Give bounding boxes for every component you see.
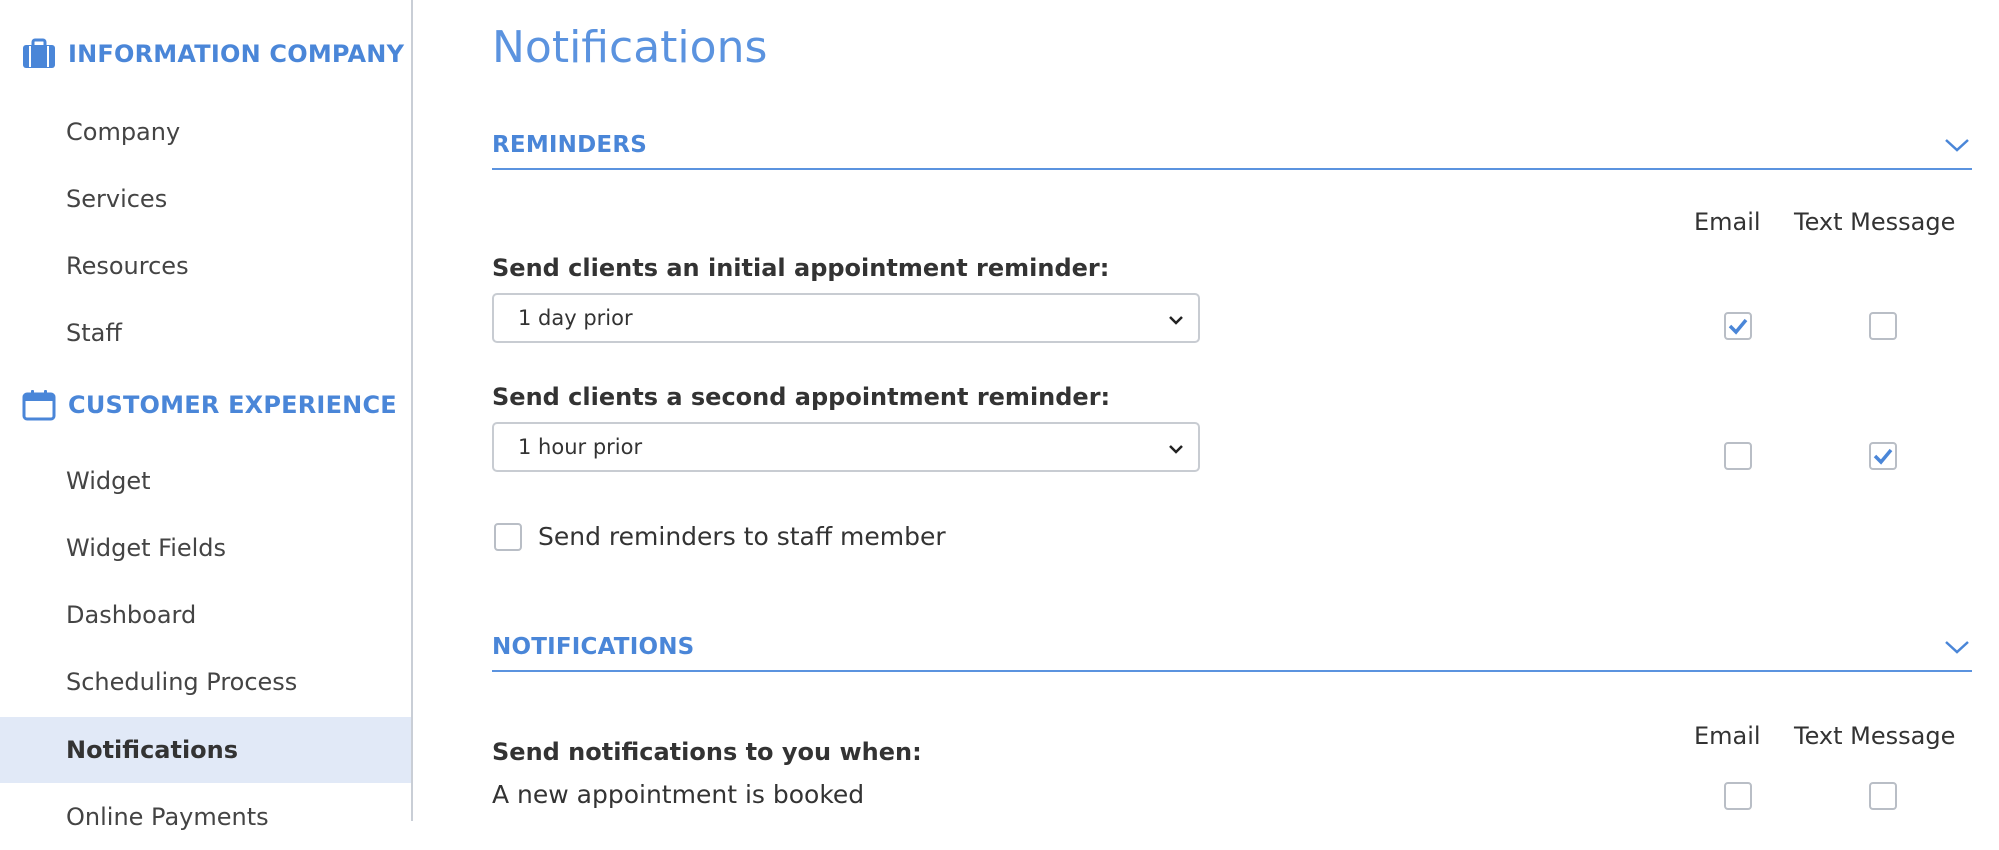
second-reminder-select[interactable]: 1 hour prior	[492, 422, 1200, 472]
section-title: CUSTOMER EXPERIENCE	[68, 391, 397, 419]
briefcase-icon	[22, 38, 56, 70]
calendar-icon	[22, 389, 56, 421]
sidebar-item-widget-fields[interactable]: Widget Fields	[0, 515, 411, 581]
initial-reminder-label: Send clients an initial appointment remi…	[492, 254, 1110, 282]
select-value: 1 day prior	[518, 306, 633, 330]
section-title: INFORMATION COMPANY	[68, 40, 405, 68]
notifications-panel-header[interactable]: NOTIFICATIONS	[492, 624, 1972, 672]
new-appointment-text-checkbox[interactable]	[1869, 782, 1897, 810]
notification-row-label: A new appointment is booked	[492, 780, 865, 809]
reminders-panel-title: REMINDERS	[492, 132, 647, 158]
sidebar-item-scheduling-process[interactable]: Scheduling Process	[0, 649, 411, 715]
sidebar-item-widget[interactable]: Widget	[0, 448, 411, 514]
main-content: Notifications REMINDERS Email Text Messa…	[492, 0, 1972, 821]
chevron-down-icon[interactable]	[1942, 130, 1972, 160]
staff-reminder-checkbox[interactable]	[494, 522, 522, 551]
initial-reminder-email-checkbox[interactable]	[1724, 312, 1752, 340]
sidebar-item-label: Scheduling Process	[66, 668, 298, 696]
sidebar-item-services[interactable]: Services	[0, 166, 411, 232]
new-appointment-email-checkbox[interactable]	[1724, 782, 1752, 810]
chevron-down-icon[interactable]	[1942, 632, 1972, 662]
column-email-label: Email	[1694, 722, 1761, 750]
sidebar-item-company[interactable]: Company	[0, 99, 411, 165]
column-email-label: Email	[1694, 208, 1761, 236]
column-text-message-label: Text Message	[1794, 722, 1956, 750]
staff-reminder-option[interactable]: Send reminders to staff member	[494, 522, 946, 551]
staff-reminder-label: Send reminders to staff member	[538, 522, 946, 551]
sidebar-item-label: Staff	[66, 319, 122, 347]
initial-reminder-select[interactable]: 1 day prior	[492, 293, 1200, 343]
sidebar-item-label: Notifications	[66, 736, 239, 764]
sidebar-item-notifications[interactable]: Notifications	[0, 717, 411, 783]
column-text-message-label: Text Message	[1794, 208, 1956, 236]
sidebar-item-label: Widget	[66, 467, 151, 495]
sidebar-item-online-payments[interactable]: Online Payments	[0, 784, 411, 850]
sidebar-item-label: Online Payments	[66, 803, 269, 831]
sidebar-item-label: Dashboard	[66, 601, 197, 629]
sidebar-item-dashboard[interactable]: Dashboard	[0, 582, 411, 648]
section-customer-experience: CUSTOMER EXPERIENCE	[22, 389, 397, 421]
chevron-down-icon	[1168, 435, 1184, 459]
sidebar-item-resources[interactable]: Resources	[0, 233, 411, 299]
reminders-panel-header[interactable]: REMINDERS	[492, 122, 1972, 170]
second-reminder-text-checkbox[interactable]	[1869, 442, 1897, 470]
initial-reminder-text-checkbox[interactable]	[1869, 312, 1897, 340]
notifications-panel-title: NOTIFICATIONS	[492, 634, 695, 660]
second-reminder-email-checkbox[interactable]	[1724, 442, 1752, 470]
sidebar-item-staff[interactable]: Staff	[0, 300, 411, 366]
page-title: Notifications	[492, 22, 768, 73]
sidebar: INFORMATION COMPANY Company Services Res…	[0, 0, 413, 831]
sidebar-item-label: Services	[66, 185, 168, 213]
sidebar-item-label: Resources	[66, 252, 189, 280]
sidebar-item-label: Company	[66, 118, 181, 146]
second-reminder-label: Send clients a second appointment remind…	[492, 383, 1111, 411]
notifications-heading: Send notifications to you when:	[492, 738, 922, 766]
chevron-down-icon	[1168, 306, 1184, 330]
sidebar-item-label: Widget Fields	[66, 534, 227, 562]
select-value: 1 hour prior	[518, 435, 643, 459]
section-information-company: INFORMATION COMPANY	[22, 38, 404, 70]
